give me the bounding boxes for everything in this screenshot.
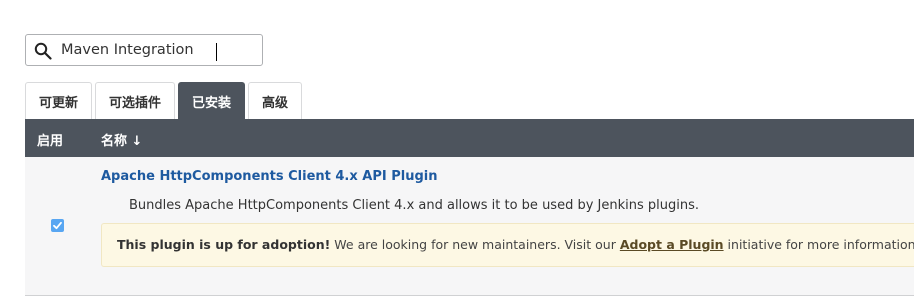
column-header-enabled: 启用 [37, 134, 64, 149]
search-box[interactable] [25, 34, 263, 66]
plugin-description: Bundles Apache HttpComponents Client 4.x… [129, 198, 700, 213]
table-row: Apache HttpComponents Client 4.x API Plu… [25, 157, 914, 295]
tab-advanced[interactable]: 高级 [248, 82, 303, 119]
adoption-text-before: We are looking for new maintainers. Visi… [330, 237, 620, 252]
tab-installed[interactable]: 已安装 [178, 82, 246, 119]
checkmark-icon [53, 221, 62, 230]
adoption-notice: This plugin is up for adoption! We are l… [101, 223, 914, 267]
plugin-manager-page: 可更新 可选插件 已安装 高级 启用 名称 ↓ Apache HttpCompo… [0, 0, 914, 301]
table-header: 启用 名称 ↓ [25, 119, 914, 157]
adoption-message: This plugin is up for adoption! We are l… [117, 237, 914, 252]
search-icon [34, 42, 52, 60]
adoption-text-after: initiative for more information. [723, 237, 914, 252]
row-divider [25, 295, 914, 296]
tab-available[interactable]: 可选插件 [95, 82, 176, 119]
installed-plugins-table: 启用 名称 ↓ Apache HttpComponents Client 4.x… [25, 119, 914, 297]
plugin-name-link[interactable]: Apache HttpComponents Client 4.x API Plu… [101, 169, 437, 184]
adopt-a-plugin-link[interactable]: Adopt a Plugin [620, 237, 724, 252]
enabled-checkbox[interactable] [51, 219, 64, 232]
search-input[interactable] [61, 39, 256, 61]
text-caret [216, 43, 217, 61]
adoption-heading: This plugin is up for adoption! [117, 237, 331, 252]
column-header-name[interactable]: 名称 ↓ [101, 130, 142, 149]
tab-updates[interactable]: 可更新 [25, 82, 93, 119]
tab-bar: 可更新 可选插件 已安装 高级 [25, 82, 305, 119]
